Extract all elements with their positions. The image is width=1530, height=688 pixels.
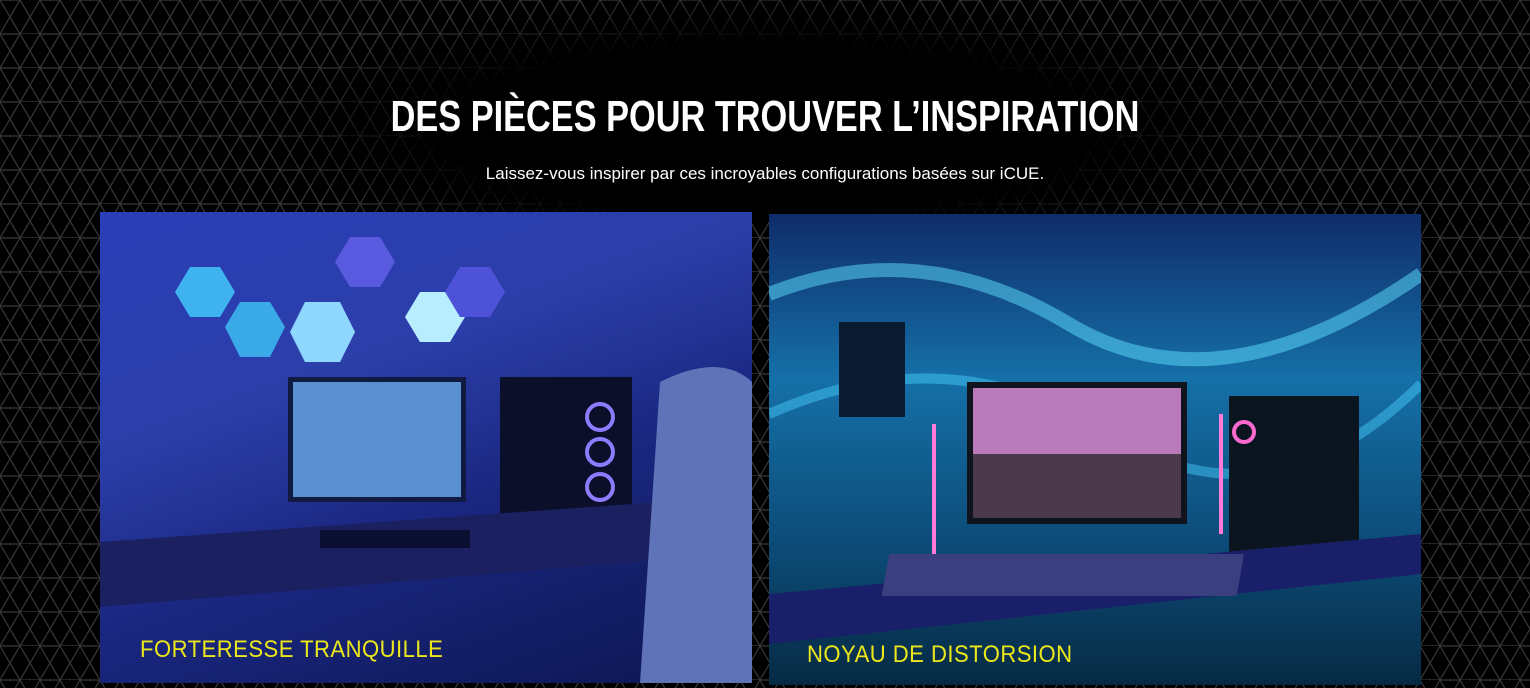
card-label: NOYAU DE DISTORSION xyxy=(807,641,1073,668)
setup-photo-illustration xyxy=(100,237,752,683)
section-title: DES PIÈCES POUR TROUVER L’INSPIRATION xyxy=(390,92,1140,141)
setup-card-noyau-de-distorsion[interactable]: NOYAU DE DISTORSION xyxy=(769,214,1421,685)
setup-photo-illustration xyxy=(769,263,1421,644)
card-label: FORTERESSE TRANQUILLE xyxy=(140,636,444,663)
setup-card-forteresse-tranquille[interactable]: FORTERESSE TRANQUILLE xyxy=(100,212,752,683)
section-subtitle: Laissez-vous inspirer par ces incroyable… xyxy=(485,164,1045,183)
